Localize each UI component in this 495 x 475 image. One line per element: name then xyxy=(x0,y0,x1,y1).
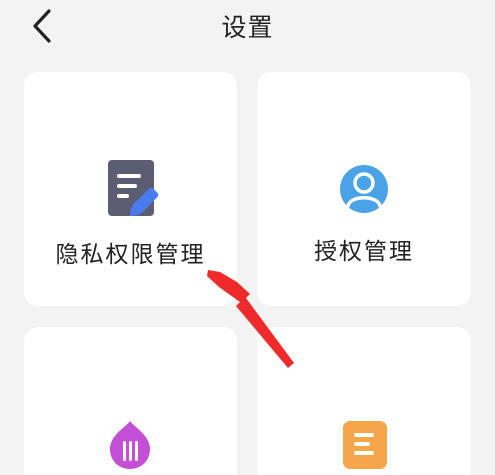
authorization-card[interactable]: 授权管理 xyxy=(257,72,471,306)
document-edit-icon xyxy=(108,160,159,217)
settings-screen: 设置 隐私权限管理 授权管理 xyxy=(0,0,495,475)
header: 设置 xyxy=(0,0,495,52)
privacy-permission-label: 隐私权限管理 xyxy=(55,242,206,268)
page-title: 设置 xyxy=(221,13,274,42)
purple-drop-icon xyxy=(110,421,150,469)
settings-card-4[interactable] xyxy=(257,327,471,475)
settings-card-3[interactable] xyxy=(24,327,237,475)
orange-document-icon xyxy=(343,421,387,469)
authorization-label: 授权管理 xyxy=(314,239,414,265)
privacy-permission-card[interactable]: 隐私权限管理 xyxy=(24,72,237,306)
user-avatar-icon xyxy=(340,165,388,213)
